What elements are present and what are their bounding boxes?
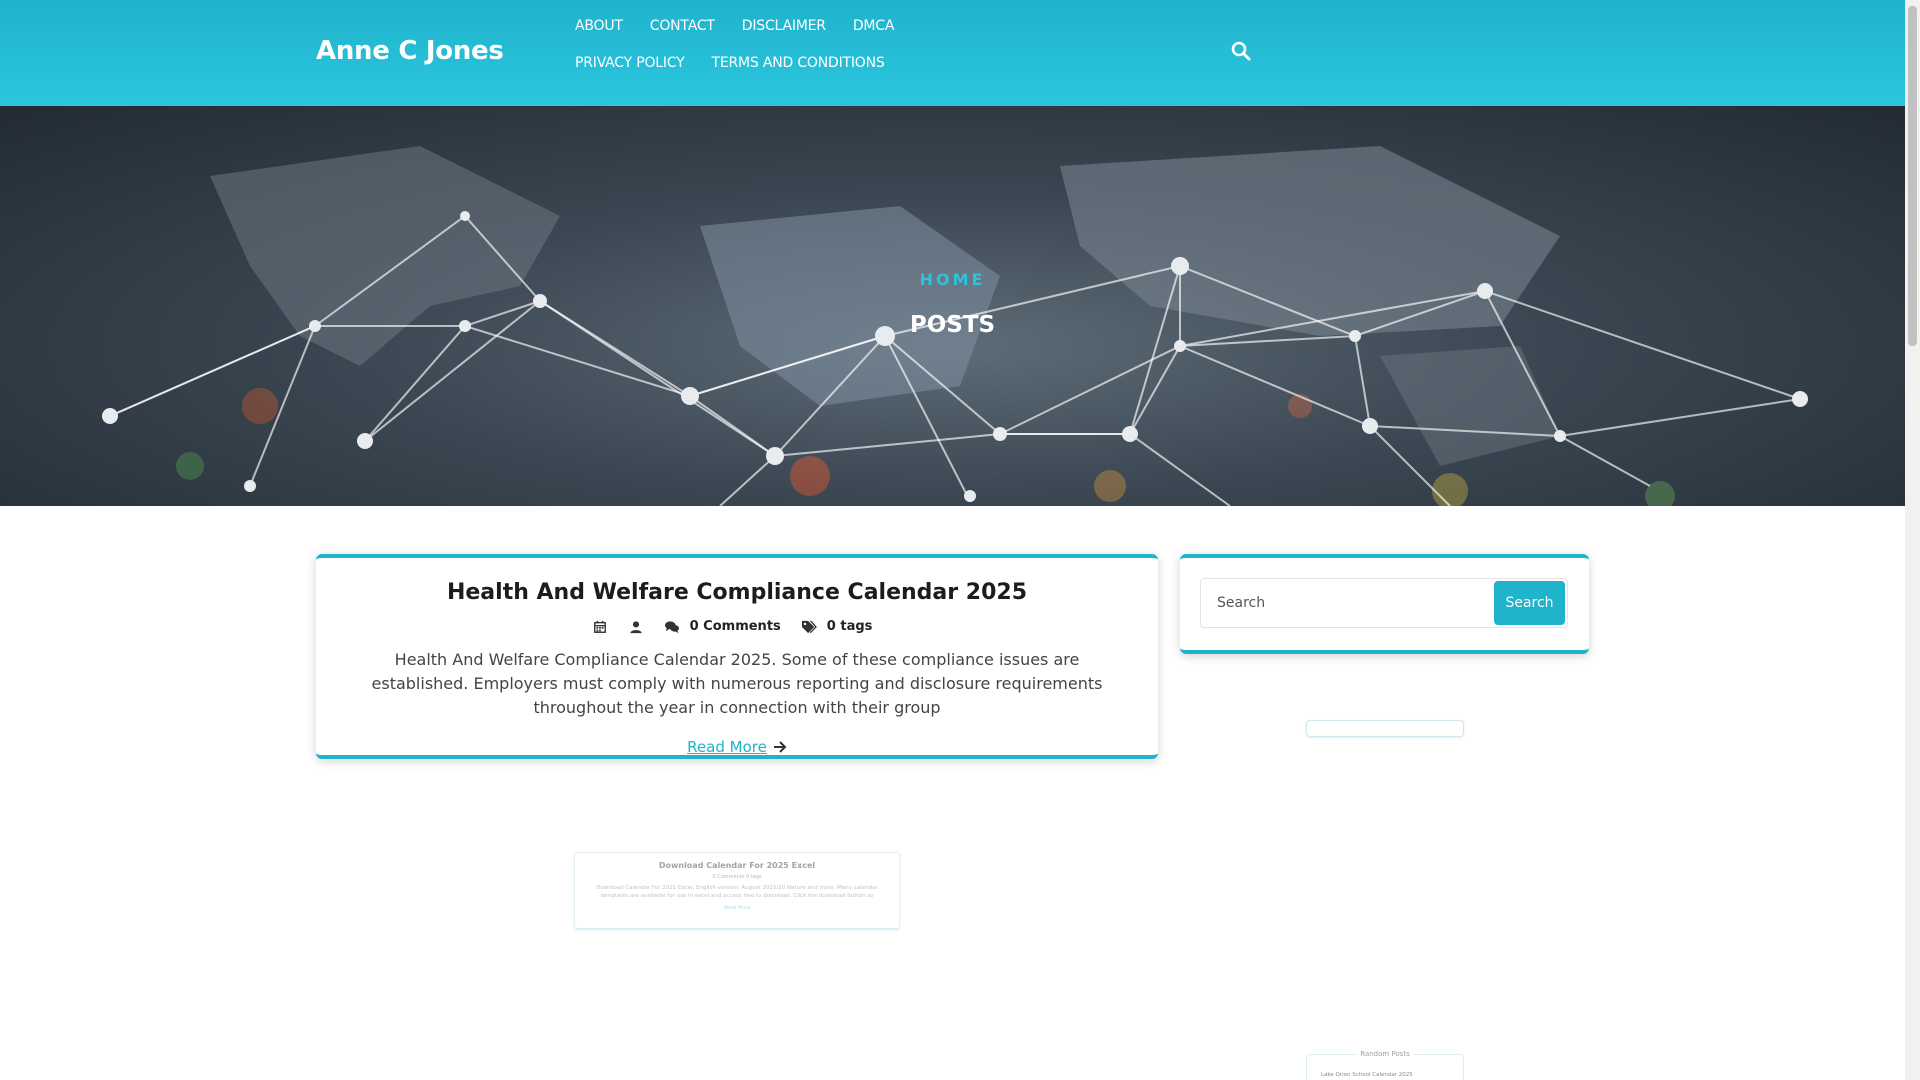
tags-icon (801, 620, 817, 633)
breadcrumb-home[interactable]: HOME (0, 270, 1905, 289)
user-icon (629, 620, 642, 633)
search-icon[interactable] (1230, 40, 1252, 62)
arrow-right-icon (773, 741, 787, 753)
nav-dmca[interactable]: DMCA (853, 16, 895, 36)
related-post-excerpt: Download Calendar For 2025 Excel. Englis… (596, 885, 878, 899)
read-more-link[interactable]: Read More (687, 738, 787, 756)
search-input[interactable] (1201, 579, 1481, 627)
post-meta: 0 Comments 0 tags (316, 619, 1158, 634)
related-post-preview[interactable]: Download Calendar For 2025 Excel 0 Comme… (574, 852, 900, 930)
read-more-label: Read More (687, 738, 767, 756)
tags-count[interactable]: 0 tags (827, 619, 873, 634)
nav-privacy-policy[interactable]: PRIVACY POLICY (575, 53, 685, 73)
post-excerpt: Health And Welfare Compliance Calendar 2… (371, 650, 1103, 717)
comments-icon (664, 620, 679, 633)
page-hero: HOME POSTS (0, 106, 1905, 506)
related-post-title: Download Calendar For 2025 Excel (658, 861, 816, 870)
nav-about[interactable]: ABOUT (575, 16, 623, 36)
main-nav: ABOUT CONTACT DISCLAIMER DMCA PRIVACY PO… (575, 16, 1045, 73)
site-logo[interactable]: Anne C Jones (316, 36, 504, 66)
sidebar-widget-preview (1306, 720, 1464, 737)
search-form: Search (1200, 578, 1568, 628)
nav-contact[interactable]: CONTACT (650, 16, 715, 36)
random-post-item[interactable]: Lake Orion School Calendar 2025 (1321, 1072, 1413, 1078)
post-title[interactable]: Health And Welfare Compliance Calendar 2… (316, 580, 1158, 605)
nav-disclaimer[interactable]: DISCLAIMER (742, 16, 826, 36)
random-posts-title: Random Posts (1357, 1050, 1413, 1058)
search-button[interactable]: Search (1494, 581, 1565, 625)
related-post-meta: 0 Comments 0 tags (712, 874, 762, 880)
comments-count[interactable]: 0 Comments (690, 619, 781, 634)
calendar-icon (593, 620, 606, 633)
nav-terms-and-conditions[interactable]: TERMS AND CONDITIONS (712, 53, 885, 73)
post-card: Health And Welfare Compliance Calendar 2… (316, 554, 1158, 759)
page-scrollbar[interactable] (1905, 0, 1920, 1080)
scrollbar-thumb[interactable] (1908, 6, 1917, 346)
random-posts-widget: Random Posts Lake Orion School Calendar … (1306, 1050, 1464, 1080)
site-header: Anne C Jones ABOUT CONTACT DISCLAIMER DM… (0, 0, 1905, 106)
related-post-read-more: Read More (723, 905, 751, 911)
sidebar-search-widget: Search (1180, 554, 1589, 654)
page-title: POSTS (909, 312, 996, 338)
network-map-background (102, 146, 1808, 506)
